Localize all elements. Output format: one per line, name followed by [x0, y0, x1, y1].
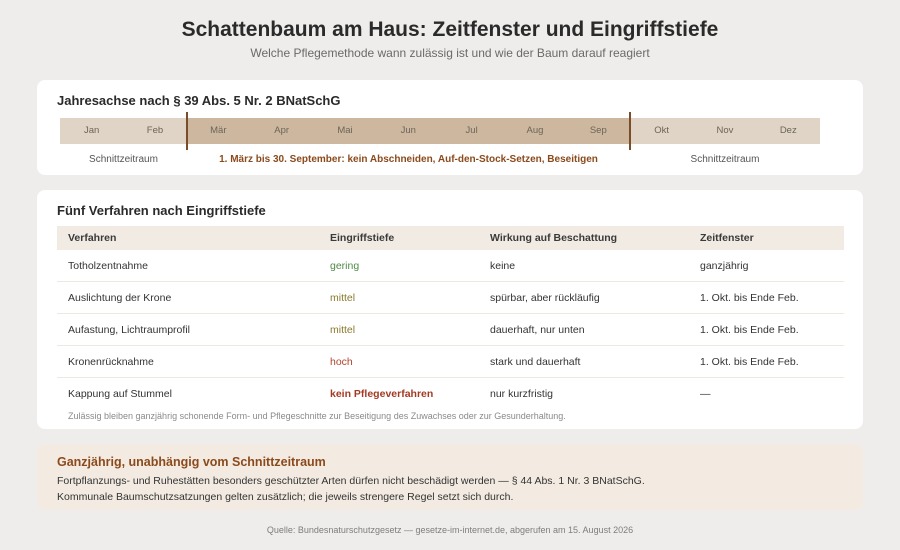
month-cell: Jun [376, 118, 440, 144]
header-method: Verfahren [68, 232, 117, 244]
depth-cell: mittel [330, 292, 356, 304]
note-box: Ganzjährig, unabhängig vom Schnittzeitra… [37, 444, 863, 510]
month-cell: Feb [123, 118, 187, 144]
window-cell: ganzjährig [700, 260, 749, 272]
restriction-start-marker [186, 112, 188, 150]
effect-cell: spürbar, aber rückläufig [490, 292, 600, 304]
month-cell: Mai [313, 118, 377, 144]
restriction-end-marker [629, 112, 631, 150]
table-footnote: Zulässig bleiben ganzjährig schonende Fo… [68, 411, 566, 421]
page-subtitle: Welche Pflegemethode wann zulässig ist u… [250, 46, 650, 60]
header-effect: Wirkung auf Beschattung [490, 232, 618, 244]
effect-cell: nur kurzfristig [490, 388, 554, 400]
month-cell: Nov [693, 118, 757, 144]
window-cell: 1. Okt. bis Ende Feb. [700, 292, 799, 304]
depth-cell: mittel [330, 324, 356, 336]
note-title: Ganzjährig, unabhängig vom Schnittzeitra… [57, 455, 326, 469]
header-window: Zeitfenster [700, 232, 754, 244]
method-cell: Auslichtung der Krone [68, 292, 172, 304]
method-cell: Totholzentnahme [68, 260, 148, 272]
methods-title: Fünf Verfahren nach Eingriffstiefe [57, 203, 266, 218]
month-cell: Jan [60, 118, 124, 144]
month-cell: Mär [186, 118, 250, 144]
table-header: Verfahren Eingriffstiefe Wirkung auf Bes… [57, 226, 844, 250]
window-cell: 1. Okt. bis Ende Feb. [700, 356, 799, 368]
restricted-period-label: 1. März bis 30. September: kein Abschnei… [219, 154, 598, 165]
table-row: Kappung auf Stummel kein Pflegeverfahren n… [57, 378, 844, 410]
month-cell: Okt [629, 118, 694, 144]
effect-cell: keine [490, 260, 516, 272]
month-axis: Jan Feb Mär Apr Mai Jun Jul Aug Sep Okt Nov Dez [60, 118, 820, 144]
window-cell: 1. Okt. bis Ende Feb. [700, 324, 799, 336]
month-cell: Sep [566, 118, 630, 144]
depth-cell: kein Pflegeverfahren [330, 388, 434, 400]
note-line-1: Fortpflanzungs- und Ruhestätten besonder… [57, 475, 645, 487]
effect-cell: dauerhaft, nur unten [490, 324, 585, 336]
timeline-title: Jahresachse nach § 39 Abs. 5 Nr. 2 BNatS… [57, 93, 341, 108]
depth-cell: gering [330, 260, 360, 272]
month-cell: Aug [503, 118, 567, 144]
table-row: Auslichtung der Krone mittel spürbar, aber… [57, 282, 844, 314]
timeline-card: Jahresachse nach § 39 Abs. 5 Nr. 2 BNatS… [37, 80, 863, 175]
note-line-2: Kommunale Baumschutzsatzungen gelten zus… [57, 491, 514, 503]
right-period-label: Schnittzeitraum [690, 154, 760, 165]
month-cell: Dez [756, 118, 820, 144]
method-cell: Kronenrücknahme [68, 356, 154, 368]
effect-cell: stark und dauerhaft [490, 356, 581, 368]
table-row: Totholzentnahme gering keine ganzjährig [57, 250, 844, 282]
method-cell: Aufastung, Lichtraumprofil [68, 324, 190, 336]
methods-card: Fünf Verfahren nach Eingriffstiefe Verfa… [37, 190, 863, 429]
method-cell: Kappung auf Stummel [68, 388, 172, 400]
table-row: Aufastung, Lichtraumprofil mittel dauerhaf… [57, 314, 844, 346]
month-cell: Jul [439, 118, 504, 144]
table-row: Kronenrücknahme hoch stark und dauerhaft 1.… [57, 346, 844, 378]
window-cell: — [700, 388, 711, 400]
source-citation: Quelle: Bundesnaturschutzgesetz — gesetz… [266, 525, 634, 535]
left-period-label: Schnittzeitraum [89, 154, 158, 165]
header-depth: Eingriffstiefe [330, 232, 395, 244]
page-title: Schattenbaum am Haus: Zeitfenster und Ei… [181, 18, 719, 41]
month-cell: Apr [249, 118, 314, 144]
depth-cell: hoch [330, 356, 353, 368]
